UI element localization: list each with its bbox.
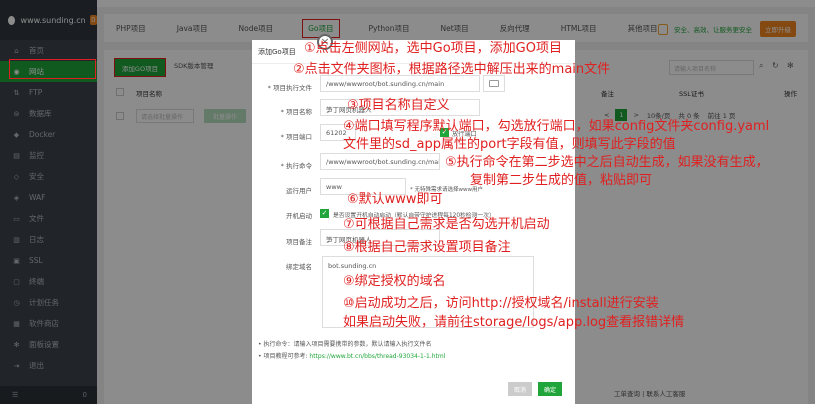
annotation-5: ⑤执行命令在第二步选中之后自动生成，如果没有生成， — [445, 155, 769, 170]
note-tutorial: • 项目教程可参考: https://www.bt.cn/bbs/thread-… — [258, 353, 446, 360]
remark-label: 项目备注 — [286, 238, 312, 246]
annotation-8: ⑧根据自己需求设置项目备注 — [343, 240, 511, 255]
note-tutorial-text: 项目教程可参考: — [263, 353, 308, 360]
autostart-checkbox[interactable]: ✓ — [320, 209, 329, 218]
confirm-button[interactable]: 确定 — [538, 382, 562, 396]
exec-file-label: * 项目执行文件 — [267, 84, 312, 92]
autostart-label: 开机启动 — [286, 212, 312, 220]
annotation-5b: 复制第二步生成的值，粘贴即可 — [470, 173, 653, 188]
annotation-9: ⑨绑定授权的域名 — [343, 274, 446, 289]
note-command: • 执行命令：请输入项目需要携带的参数，默认请输入执行文件名 — [258, 341, 432, 348]
annotation-10: ⑩启动成功之后，访问http://授权域名/install进行安装 — [343, 296, 659, 311]
note-command-text: 执行命令：请输入项目需要携带的参数，默认请输入执行文件名 — [263, 341, 432, 348]
domain-label: 绑定域名 — [286, 263, 312, 271]
dialog-title: 添加Go项目 — [258, 48, 296, 56]
tutorial-link[interactable]: https://www.bt.cn/bbs/thread-93034-1-1.h… — [309, 353, 445, 360]
project-name-label: * 项目名称 — [280, 108, 312, 116]
annotation-3: ③项目名称自定义 — [347, 98, 450, 113]
annotation-1: ①点击左侧网站，选中Go项目，添加GO项目 — [304, 41, 562, 56]
annotation-7: ⑦可根据自己需求是否勾选开机启动 — [343, 217, 550, 232]
folder-icon — [489, 80, 499, 87]
cancel-button[interactable]: 取消 — [508, 382, 532, 396]
annotation-10b: 如果启动失败，请前往storage/logs/app.log查看报错详情 — [343, 315, 685, 330]
project-port-label: * 项目端口 — [280, 133, 312, 141]
folder-picker-button[interactable] — [483, 75, 505, 92]
annotation-4: ④端口填写程序默认端口，勾选放行端口，如果config文件夹config.yam… — [343, 119, 770, 134]
annotation-4b: 文件里的sd_app属性的port字段有值，则填写此字段的值 — [343, 137, 676, 152]
exec-file-input[interactable]: /www/wwwroot/bot.sunding.cn/main — [320, 75, 480, 92]
annotation-2: ②点击文件夹图标，根据路径选中解压出来的main文件 — [293, 62, 611, 77]
command-input[interactable]: /www/wwwroot/bot.sunding.cn/main — [320, 153, 440, 170]
command-label: * 执行命令 — [280, 162, 312, 170]
annotation-6: ⑥默认www即可 — [347, 192, 443, 207]
highlight-website-menu — [9, 59, 96, 79]
run-user-label: 运行用户 — [286, 187, 312, 195]
